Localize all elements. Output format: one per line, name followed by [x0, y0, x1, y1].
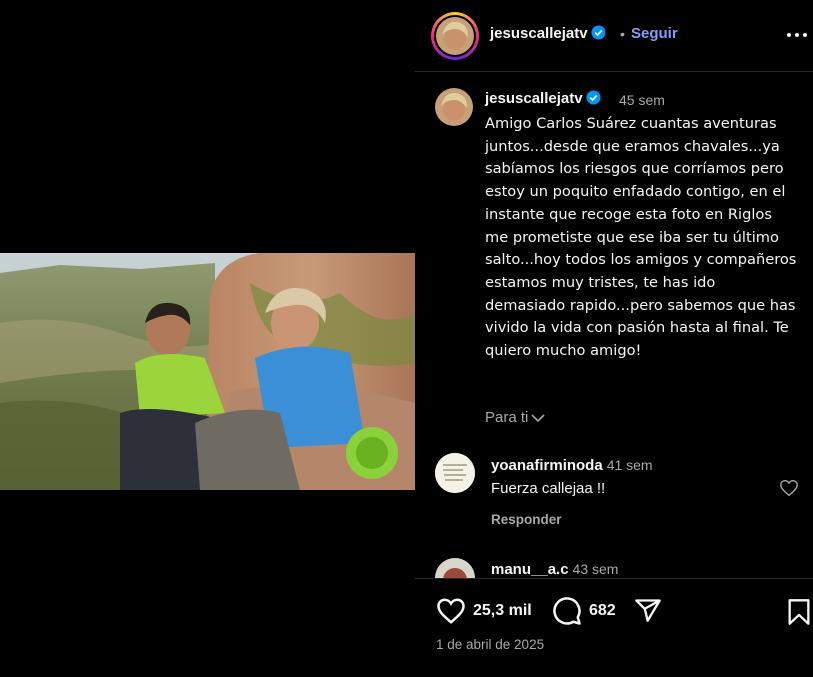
- media-pane: [0, 0, 415, 677]
- post-date[interactable]: 1 de abril de 2025: [436, 637, 544, 652]
- bookmark-icon[interactable]: [787, 598, 811, 626]
- comments-count[interactable]: 682: [589, 602, 616, 620]
- comment-time[interactable]: 43 sem: [573, 561, 619, 577]
- follow-button[interactable]: Seguir: [631, 25, 678, 42]
- chevron-down-icon: [531, 414, 545, 423]
- comment-username[interactable]: yoanafirminoda 41 sem: [491, 457, 653, 474]
- comment-avatar[interactable]: [435, 453, 475, 493]
- reply-button[interactable]: Responder: [491, 512, 562, 527]
- likes-count[interactable]: 25,3 mil: [473, 602, 532, 620]
- author-avatar[interactable]: [431, 12, 479, 60]
- verified-icon: [586, 90, 601, 105]
- post-photo[interactable]: [0, 253, 415, 490]
- caption-username[interactable]: jesuscallejatv: [485, 90, 601, 107]
- comment-username[interactable]: manu__a.c 43 sem: [491, 561, 618, 578]
- more-options-icon[interactable]: [787, 26, 809, 44]
- caption-text: Amigo Carlos Suárez cuantas aventuras ju…: [485, 115, 797, 360]
- comments-list[interactable]: jesuscallejatv 45 sem Amigo Carlos Suáre…: [415, 73, 813, 578]
- post-side-panel: jesuscallejatv • Seguir jesuscallejatv 4…: [415, 0, 813, 677]
- caption-avatar[interactable]: [435, 88, 473, 126]
- author-username[interactable]: jesuscallejatv: [490, 25, 606, 42]
- post-header: jesuscallejatv • Seguir: [415, 0, 813, 72]
- heart-icon[interactable]: [779, 479, 799, 497]
- separator-dot: •: [620, 26, 625, 42]
- heart-icon[interactable]: [436, 597, 466, 625]
- for-you-toggle[interactable]: Para ti: [485, 409, 545, 426]
- comment-time[interactable]: 41 sem: [607, 457, 653, 473]
- caption-time[interactable]: 45 sem: [619, 92, 665, 108]
- comment-icon[interactable]: [552, 596, 582, 626]
- verified-icon: [591, 25, 606, 40]
- post-actions-bar: 25,3 mil 682 1 de abril de 2025: [415, 578, 813, 677]
- share-icon[interactable]: [633, 597, 663, 625]
- comment-text: Fuerza callejaa !!: [491, 480, 606, 497]
- comment-avatar[interactable]: [435, 558, 475, 578]
